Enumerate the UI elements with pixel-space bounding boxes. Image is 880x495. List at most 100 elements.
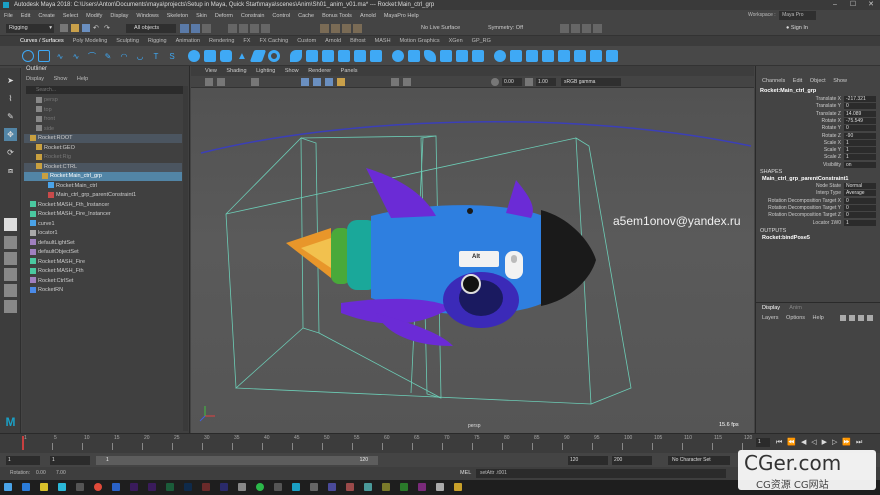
shelf-tab-motion-graphics[interactable]: Motion Graphics — [400, 37, 440, 46]
nurbs-cube-icon[interactable] — [204, 50, 216, 62]
render-settings-icon[interactable] — [342, 24, 351, 33]
outliner-row[interactable]: side — [24, 125, 182, 134]
menu-control[interactable]: Control — [272, 13, 290, 19]
redo-icon[interactable]: ↷ — [104, 24, 112, 32]
channel-value[interactable]: Average — [844, 190, 876, 197]
outliner-row[interactable]: persp — [24, 96, 182, 105]
taskbar-app-13-icon[interactable] — [238, 483, 246, 491]
taskbar-app-20-icon[interactable] — [364, 483, 372, 491]
outliner-menu-show[interactable]: Show — [54, 76, 68, 82]
lights-icon[interactable] — [337, 78, 345, 86]
revolve-icon[interactable] — [290, 50, 302, 62]
outliner-row[interactable]: Rocket:GEO — [24, 144, 182, 153]
ep-curve-icon[interactable]: ∿ — [70, 50, 82, 62]
go-to-start-icon[interactable]: ⏮ — [776, 439, 782, 446]
outliner-row[interactable]: Main_ctrl_grp_parentConstraint1 — [24, 191, 182, 200]
objects-dropdown[interactable]: All objects — [126, 24, 176, 33]
vp-menu-view[interactable]: View — [205, 68, 217, 74]
channel-row[interactable]: Rotate Y0 — [756, 125, 880, 132]
four-view-icon[interactable] — [4, 236, 17, 249]
bookmark-icon[interactable] — [217, 78, 225, 86]
shelf-tab-curves-surfaces[interactable]: Curves / Surfaces — [20, 37, 64, 46]
taskbar-app-6-icon[interactable] — [112, 483, 120, 491]
layout-c-icon[interactable] — [4, 284, 17, 297]
offset-icon[interactable] — [472, 50, 484, 62]
channel-value[interactable]: -217.321 — [844, 96, 876, 102]
close-button[interactable]: ✕ — [862, 0, 880, 10]
outliner-row[interactable]: locator1 — [24, 229, 182, 238]
layer-move-down-icon[interactable] — [849, 315, 855, 321]
taskbar-after-effects-icon[interactable] — [148, 483, 156, 491]
outliner-scrollbar[interactable] — [183, 86, 188, 431]
shelf-tab-rendering[interactable]: Rendering — [209, 37, 234, 46]
layer-move-up-icon[interactable] — [840, 315, 846, 321]
nurbs-circle-icon[interactable] — [22, 50, 34, 62]
mode-dropdown[interactable]: Rigging ▾ — [6, 24, 54, 33]
signin-button[interactable]: ● Sign In — [786, 23, 820, 34]
insert-isoparm-icon[interactable] — [440, 50, 452, 62]
maximize-button[interactable]: ☐ — [844, 0, 862, 10]
minimize-button[interactable]: – — [826, 0, 844, 10]
vp-menu-lighting[interactable]: Lighting — [256, 68, 275, 74]
workspace-selector[interactable]: Workspace : Maya Pro — [748, 11, 848, 20]
shelf-tab-gp-rg[interactable]: GP_RG — [472, 37, 491, 46]
channel-value[interactable]: 14.089 — [844, 110, 876, 117]
cb-menu-channels[interactable]: Channels — [762, 78, 785, 84]
live-surface-field[interactable]: No Live Surface — [413, 24, 471, 33]
detach-surfaces-icon[interactable] — [408, 50, 420, 62]
step-back-key-icon[interactable]: ⏪ — [787, 439, 796, 446]
taskbar-app-15-icon[interactable] — [274, 483, 282, 491]
menu-skin[interactable]: Skin — [196, 13, 207, 19]
channel-value[interactable]: 0 — [844, 197, 876, 204]
channel-value[interactable]: 1 — [844, 139, 876, 146]
outliner-row[interactable]: Rocket:CTRL — [24, 162, 182, 172]
step-forward-key-icon[interactable]: ⏩ — [842, 439, 851, 446]
taskbar-app-3-icon[interactable] — [58, 483, 66, 491]
channel-row[interactable]: Rotation Decomposition Target Z0 — [756, 212, 880, 219]
channel-value[interactable]: 0 — [844, 204, 876, 211]
taskbar-app-11-icon[interactable] — [202, 483, 210, 491]
anim-start-field[interactable]: 1 — [6, 456, 40, 465]
untrim-icon[interactable] — [542, 50, 554, 62]
taskbar-app-24-icon[interactable] — [436, 483, 444, 491]
textured-icon[interactable] — [325, 78, 333, 86]
camera-select-icon[interactable] — [205, 78, 213, 86]
cb-menu-edit[interactable]: Edit — [793, 78, 802, 84]
outliner-menu-display[interactable]: Display — [26, 76, 44, 82]
channel-row[interactable]: Locator 1W0 1 — [756, 219, 880, 227]
new-scene-icon[interactable] — [60, 24, 68, 32]
bezier-curve-icon[interactable]: ⌒ — [86, 50, 98, 62]
arc-icon[interactable]: ◠ — [118, 50, 130, 62]
outliner-row[interactable]: Rocket:ROOT — [24, 134, 182, 143]
snap-surface-icon[interactable] — [261, 24, 270, 33]
reverse-direction-icon[interactable] — [510, 50, 522, 62]
select-tool-icon[interactable]: ➤ — [4, 74, 17, 87]
nurbs-cone-icon[interactable]: ▲ — [236, 50, 248, 62]
select-object-icon[interactable] — [191, 24, 200, 33]
shelf-tab-fx-caching[interactable]: FX Caching — [259, 37, 288, 46]
cb-menu-show[interactable]: Show — [833, 78, 847, 84]
grid-toggle-icon[interactable] — [251, 78, 259, 86]
channel-row[interactable]: Translate X -217.321 — [756, 96, 880, 103]
layer-tab-anim[interactable]: Anim — [789, 305, 802, 311]
snap-grid-icon[interactable] — [228, 24, 237, 33]
step-back-frame-icon[interactable]: ◀ — [801, 439, 806, 446]
shelf-tab-custom[interactable]: Custom — [297, 37, 316, 46]
shelf-tab-rigging[interactable]: Rigging — [148, 37, 167, 46]
shelf-tab-arnold[interactable]: Arnold — [325, 37, 341, 46]
shelf-tab-sculpting[interactable]: Sculpting — [116, 37, 139, 46]
menu-mayapro-help[interactable]: MayaPro Help — [384, 13, 419, 19]
outliner-row[interactable]: defaultLightSet — [24, 239, 182, 248]
outliner-search-input[interactable]: Search... — [26, 86, 186, 94]
wireframe-icon[interactable] — [301, 78, 309, 86]
channel-row[interactable]: Translate Z 14.089 — [756, 110, 880, 118]
layer-menu-options[interactable]: Options — [786, 315, 805, 321]
new-layer-selected-icon[interactable] — [867, 315, 873, 321]
text-curve-icon[interactable]: T — [150, 50, 162, 62]
xray-icon[interactable] — [403, 78, 411, 86]
nurbs-sphere-icon[interactable] — [188, 50, 200, 62]
script-language-label[interactable]: MEL — [460, 470, 471, 476]
stitch-icon[interactable] — [606, 50, 618, 62]
menu-file[interactable]: File — [4, 13, 13, 19]
taskbar-app-21-icon[interactable] — [382, 483, 390, 491]
